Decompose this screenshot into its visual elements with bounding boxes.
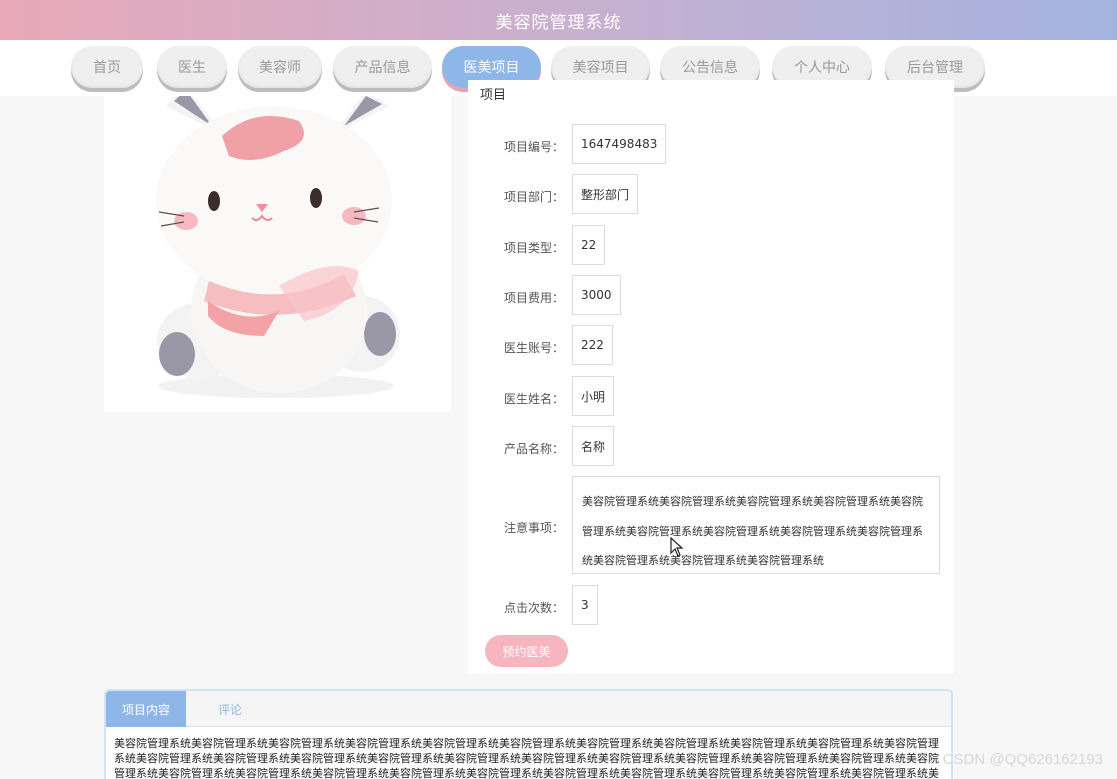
plush-cat-toy-image (104, 96, 451, 412)
field-value: 小明 (572, 376, 615, 416)
tab-content-text: 美容院管理系统美容院管理系统美容院管理系统美容院管理系统美容院管理系统美容院管理… (114, 737, 939, 779)
product-image-card (104, 96, 451, 412)
field-label: 项目费用： (503, 291, 564, 305)
field-value: 整形部门 (572, 174, 639, 214)
app-header: 美容院管理系统 (0, 0, 1117, 40)
nav-item-doctors[interactable]: 医生 (157, 46, 227, 88)
content-tabs: 项目内容 评论 美容院管理系统美容院管理系统美容院管理系统美容院管理系统美容院管… (104, 689, 953, 779)
field-value: 3 (572, 585, 598, 625)
app-title: 美容院管理系统 (495, 12, 622, 33)
field-value: 3000 (572, 275, 621, 315)
nav-item-beauticians[interactable]: 美容师 (238, 46, 322, 88)
field-label: 产品名称： (503, 442, 564, 456)
tab-comments[interactable]: 评论 (196, 691, 264, 727)
panel-title: 项目 (480, 88, 507, 103)
field-label: 注意事项： (503, 521, 564, 535)
field-value: 22 (572, 225, 606, 265)
mouse-pointer-icon (670, 537, 684, 557)
field-label: 项目编号： (503, 140, 564, 154)
field-label: 项目类型： (503, 241, 564, 255)
project-detail-panel: 项目 项目编号： 1647498483 项目部门： 整形部门 项目类型： 22 … (468, 80, 954, 674)
tab-project-content[interactable]: 项目内容 (106, 691, 186, 727)
notes-value: 美容院管理系统美容院管理系统美容院管理系统美容院管理系统美容院管理系统美容院管理… (572, 476, 940, 574)
field-label: 医生账号： (503, 341, 564, 355)
field-label: 医生姓名： (503, 392, 564, 406)
field-value: 名称 (572, 426, 615, 466)
field-value: 222 (572, 325, 613, 365)
nav-item-products[interactable]: 产品信息 (333, 46, 432, 88)
nav-item-home[interactable]: 首页 (71, 46, 143, 88)
field-label: 项目部门： (503, 190, 564, 204)
tab-bar: 项目内容 评论 (106, 691, 951, 727)
watermark: CSDN @QQ626162193 (942, 751, 1103, 768)
book-appointment-button[interactable]: 预约医美 (485, 635, 568, 667)
field-label: 点击次数： (503, 601, 564, 615)
field-value: 1647498483 (572, 124, 667, 164)
